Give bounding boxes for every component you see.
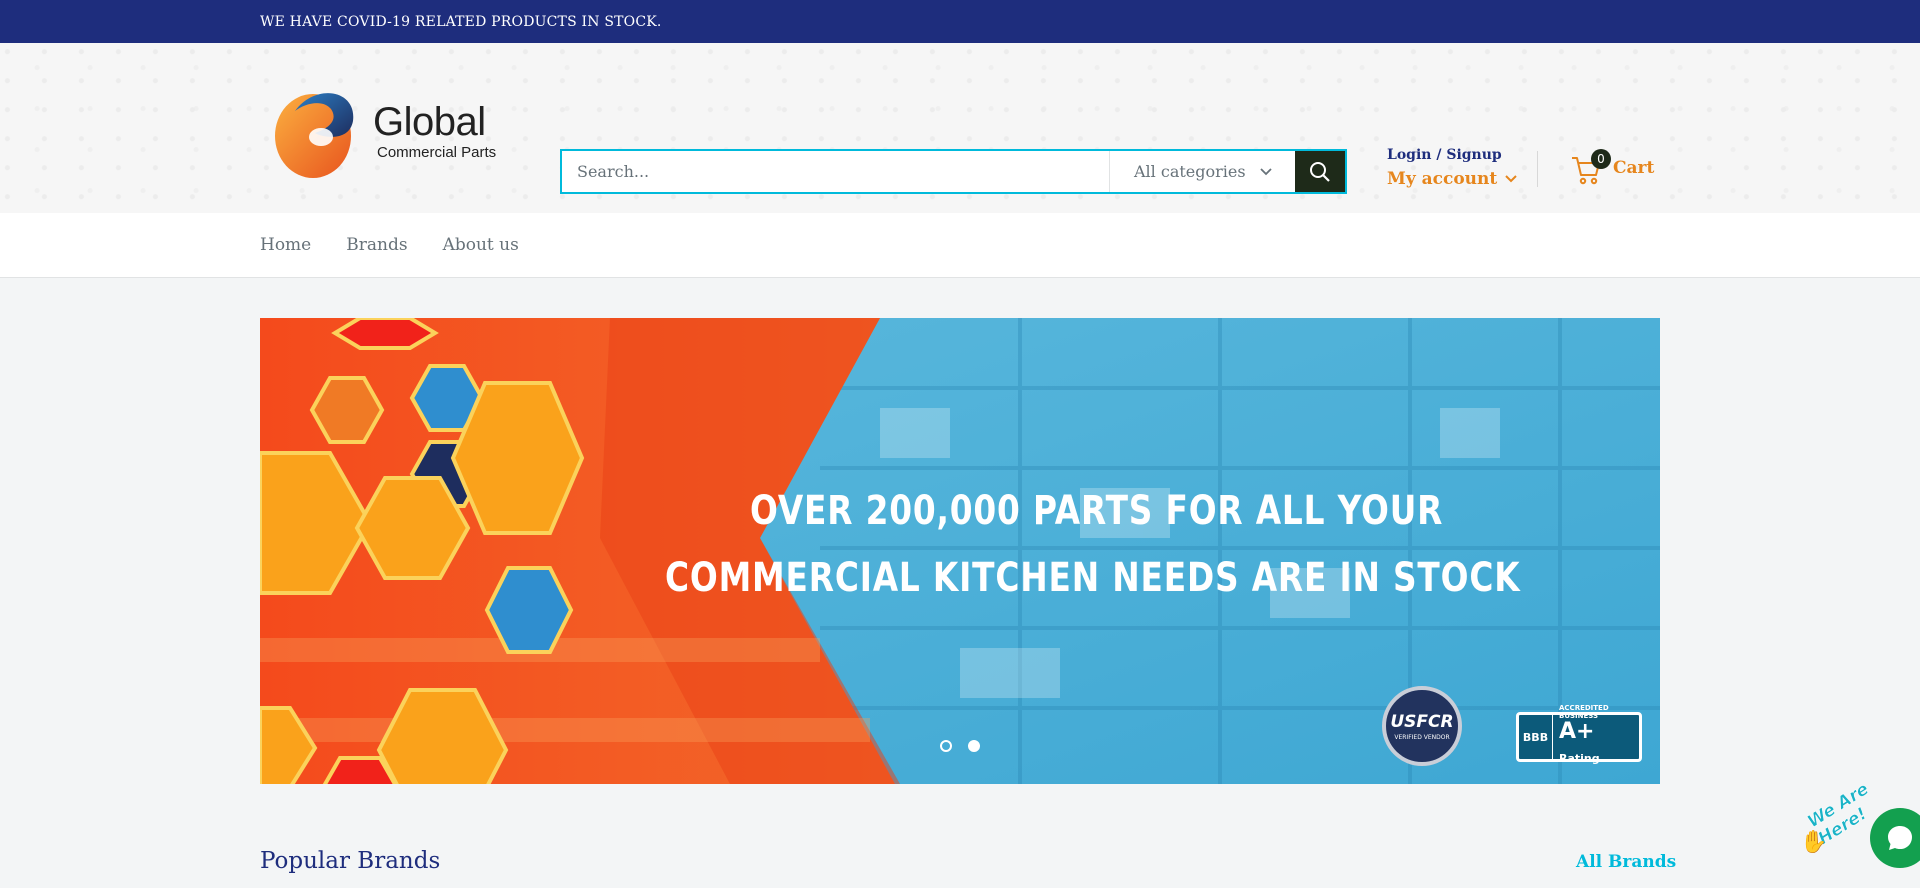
search-button[interactable] xyxy=(1295,151,1345,192)
account-menu: Login / Signup My account xyxy=(1387,147,1517,189)
waving-hand-icon: ✋ xyxy=(1800,830,1828,855)
bbb-rating-word: Rating xyxy=(1559,751,1600,765)
search-icon xyxy=(1310,161,1330,182)
cart-count-badge: 0 xyxy=(1591,149,1611,169)
cart-link[interactable]: 0 Cart xyxy=(1571,149,1655,185)
category-select-label: All categories xyxy=(1134,162,1246,181)
bbb-logo: BBB xyxy=(1519,715,1553,759)
search-bar: All categories xyxy=(560,149,1347,194)
main-nav: Home Brands About us xyxy=(0,213,1920,278)
my-account-dropdown[interactable]: My account xyxy=(1387,169,1517,189)
slide-dot-2[interactable] xyxy=(968,740,980,752)
usfcr-badge-main: USFCR xyxy=(1390,711,1454,732)
usfcr-verified-badge: USFCR VERIFIED VENDOR xyxy=(1382,686,1462,766)
site-header: Global Commercial Parts All categories L… xyxy=(0,43,1920,213)
logo-mark-icon xyxy=(265,81,365,181)
usfcr-badge-sub: VERIFIED VENDOR xyxy=(1394,733,1450,741)
banner-headline-line1: OVER 200,000 PARTS FOR ALL YOUR xyxy=(750,488,1444,534)
bbb-badge-top: ACCREDITED BUSINESS xyxy=(1559,703,1609,720)
category-select[interactable]: All categories xyxy=(1109,151,1295,192)
banner-headline-line2: COMMERCIAL KITCHEN NEEDS ARE IN STOCK xyxy=(665,555,1521,601)
login-signup-link[interactable]: Login / Signup xyxy=(1387,147,1517,163)
bbb-rating-badge: BBB ACCREDITED BUSINESS A+ Rating xyxy=(1516,704,1642,765)
announcement-text: WE HAVE COVID-19 RELATED PRODUCTS IN STO… xyxy=(260,13,662,30)
popular-brands-heading: Popular Brands xyxy=(260,848,441,874)
cart-icon: 0 xyxy=(1571,149,1611,185)
hero-banner[interactable]: OVER 200,000 PARTS FOR ALL YOUR COMMERCI… xyxy=(260,318,1660,784)
nav-item-home[interactable]: Home xyxy=(260,235,311,255)
header-divider xyxy=(1537,151,1538,187)
chat-bubble-icon xyxy=(1888,826,1912,850)
logo-title: Global xyxy=(373,99,486,144)
chevron-down-icon xyxy=(1505,175,1517,183)
chevron-down-icon xyxy=(1259,167,1272,175)
bbb-rating-grade: A+ xyxy=(1559,718,1595,744)
nav-item-brands[interactable]: Brands xyxy=(346,235,407,255)
my-account-label: My account xyxy=(1387,169,1498,189)
search-input[interactable] xyxy=(562,151,1109,192)
slide-dot-1[interactable] xyxy=(940,740,952,752)
announcement-bar: WE HAVE COVID-19 RELATED PRODUCTS IN STO… xyxy=(0,0,1920,43)
logo-subtitle: Commercial Parts xyxy=(377,143,497,161)
nav-item-about-us[interactable]: About us xyxy=(443,235,519,255)
chat-button[interactable] xyxy=(1870,808,1920,868)
all-brands-link[interactable]: All Brands xyxy=(1576,852,1676,872)
cart-label: Cart xyxy=(1613,158,1655,178)
site-logo[interactable]: Global Commercial Parts xyxy=(265,76,505,186)
slideshow-dots xyxy=(940,740,980,752)
